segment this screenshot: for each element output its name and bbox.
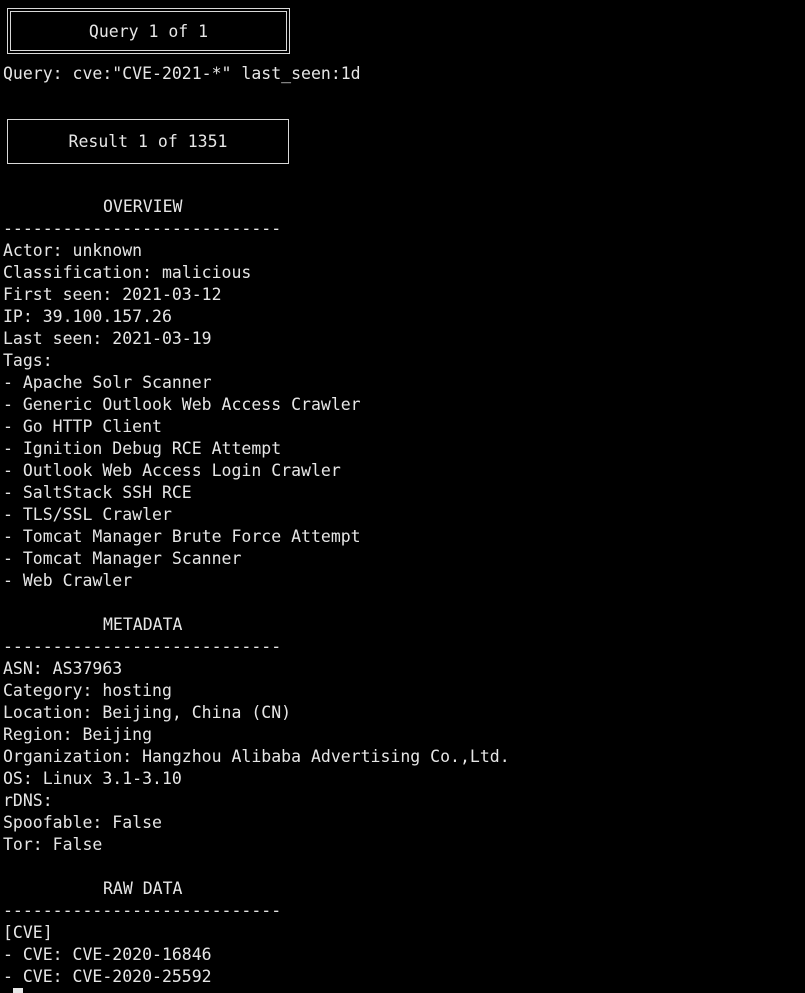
location-field: Location: Beijing, China (CN) (3, 703, 292, 722)
tags-label: Tags: (3, 351, 53, 370)
overview-separator: ---------------------------- (3, 219, 282, 238)
cve-item: - CVE: CVE-2020-25592 (3, 967, 212, 986)
tag-item: - Tomcat Manager Scanner (3, 549, 242, 568)
result-counter-label: Result 1 of 1351 (68, 132, 228, 151)
tag-item: - Web Crawler (3, 571, 133, 590)
spoofable-field: Spoofable: False (3, 813, 162, 832)
raw-data-separator: ---------------------------- (3, 901, 282, 920)
query-counter-label: Query 1 of 1 (88, 21, 209, 41)
metadata-heading: METADATA (103, 615, 183, 634)
asn-field: ASN: AS37963 (3, 659, 123, 678)
last-seen-field: Last seen: 2021-03-19 (3, 329, 212, 348)
cve-section-label: [CVE] (3, 923, 53, 942)
raw-data-heading: RAW DATA (103, 879, 183, 898)
rdns-field: rDNS: (3, 791, 53, 810)
ip-field: IP: 39.100.157.26 (3, 307, 172, 326)
tag-item: - Tomcat Manager Brute Force Attempt (3, 527, 361, 546)
tor-field: Tor: False (3, 835, 103, 854)
result-counter-box: Result 1 of 1351 (7, 119, 289, 164)
category-field: Category: hosting (3, 681, 172, 700)
first-seen-field: First seen: 2021-03-12 (3, 285, 222, 304)
query-counter-box: Query 1 of 1 (7, 8, 290, 54)
terminal-cursor (13, 988, 23, 993)
classification-field: Classification: malicious (3, 263, 252, 282)
os-field: OS: Linux 3.1-3.10 (3, 769, 182, 788)
tag-item: - Apache Solr Scanner (3, 373, 212, 392)
metadata-separator: ---------------------------- (3, 637, 282, 656)
tag-item: - Go HTTP Client (3, 417, 162, 436)
tag-item: - Outlook Web Access Login Crawler (3, 461, 341, 480)
organization-field: Organization: Hangzhou Alibaba Advertisi… (3, 747, 510, 766)
tag-item: - Ignition Debug RCE Attempt (3, 439, 282, 458)
region-field: Region: Beijing (3, 725, 153, 744)
actor-field: Actor: unknown (3, 241, 143, 260)
overview-heading: OVERVIEW (103, 197, 183, 216)
tag-item: - SaltStack SSH RCE (3, 483, 192, 502)
tag-item: - TLS/SSL Crawler (3, 505, 172, 524)
tag-item: - Generic Outlook Web Access Crawler (3, 395, 361, 414)
query-line: Query: cve:"CVE-2021-*" last_seen:1d (3, 64, 361, 83)
cve-item: - CVE: CVE-2020-16846 (3, 945, 212, 964)
